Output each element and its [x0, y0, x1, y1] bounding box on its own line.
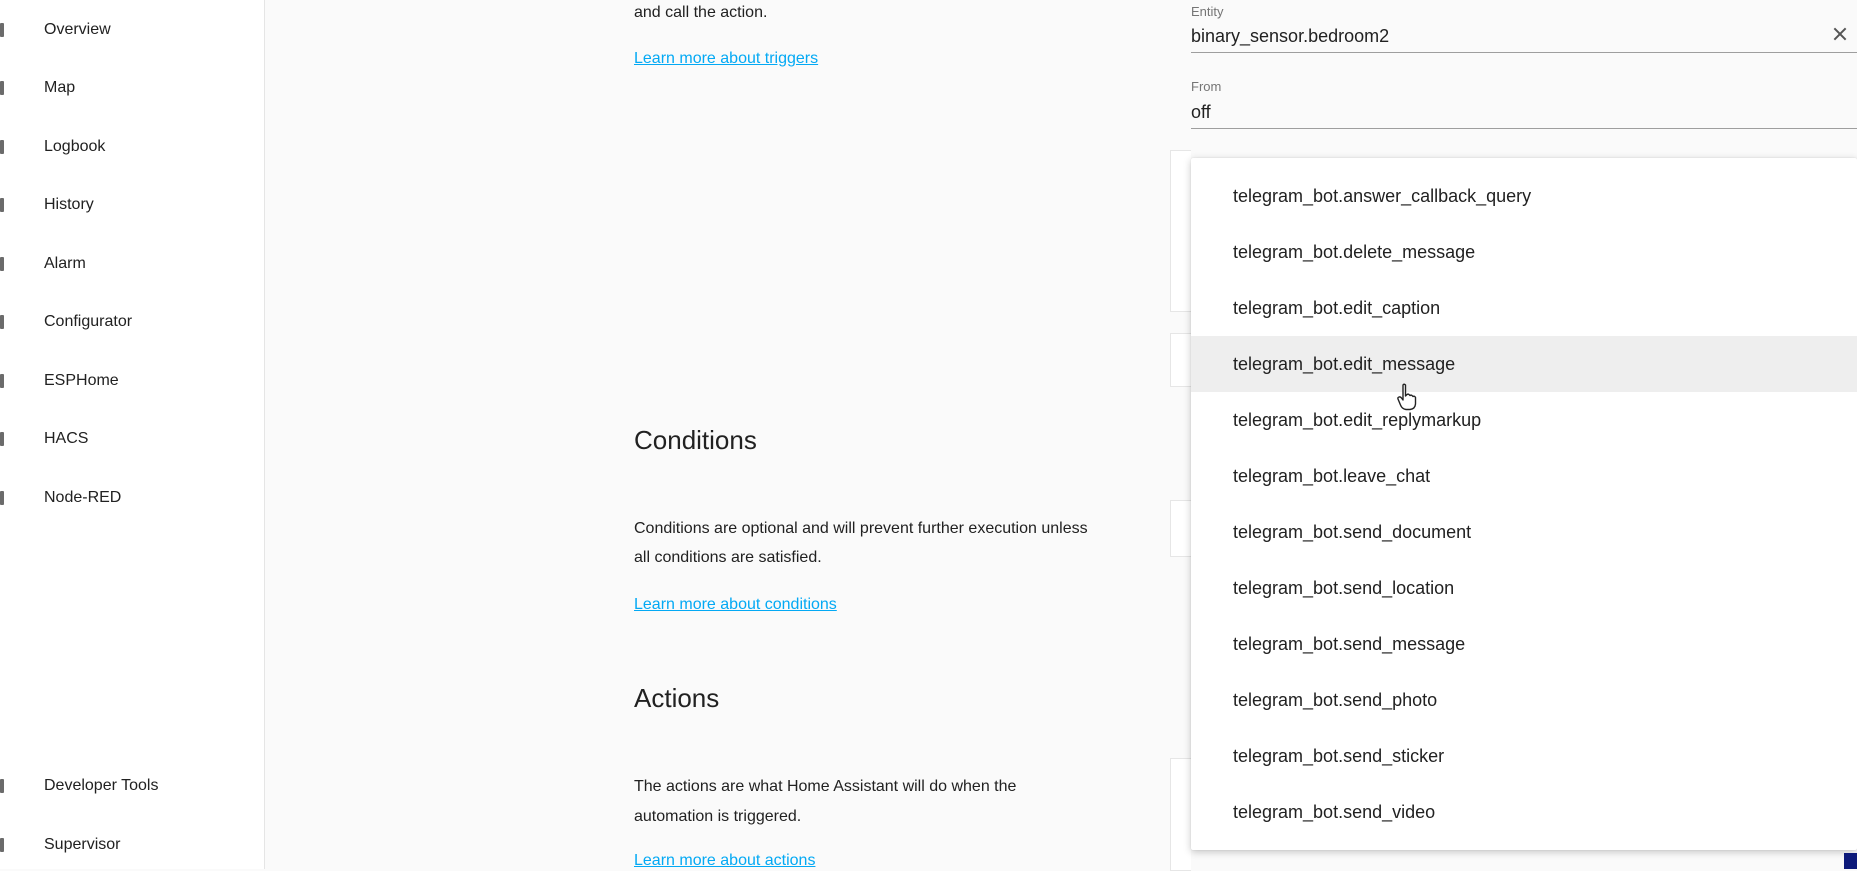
entity-field-label: Entity — [1191, 4, 1224, 19]
service-dropdown: telegram_bot.answer_callback_query teleg… — [1191, 158, 1857, 850]
conditions-description-line1: Conditions are optional and will prevent… — [634, 520, 1088, 537]
action-card-edge — [1170, 758, 1191, 871]
from-field-underline — [1191, 128, 1857, 129]
corner-fragment — [1844, 853, 1857, 869]
sidebar-item-node-red[interactable]: Node-RED — [0, 478, 264, 518]
actions-description-line1: The actions are what Home Assistant will… — [634, 778, 1017, 795]
sidebar-item-label: Node-RED — [44, 489, 122, 506]
configurator-icon — [0, 315, 4, 329]
esphome-icon — [0, 374, 4, 388]
sidebar-item-esphome[interactable]: ESPHome — [0, 361, 264, 401]
sidebar-item-supervisor[interactable]: Supervisor — [0, 825, 264, 865]
dropdown-option[interactable]: telegram_bot.answer_callback_query — [1191, 168, 1857, 224]
sidebar-item-configurator[interactable]: Configurator — [0, 302, 264, 342]
overview-icon — [0, 23, 4, 37]
conditions-description-line2: all conditions are satisfied. — [634, 549, 822, 566]
hand-cursor-icon — [1397, 383, 1417, 411]
trigger-card-edge — [1170, 333, 1191, 387]
sidebar-item-label: Overview — [44, 21, 111, 38]
logbook-icon — [0, 140, 4, 154]
dropdown-option[interactable]: telegram_bot.send_location — [1191, 560, 1857, 616]
sidebar: Overview Map Logbook History Alarm Confi… — [0, 0, 265, 869]
sidebar-item-overview[interactable]: Overview — [0, 10, 264, 50]
close-icon[interactable] — [1832, 26, 1848, 42]
sidebar-item-logbook[interactable]: Logbook — [0, 127, 264, 167]
sidebar-item-label: History — [44, 196, 94, 213]
triggers-description: and call the action. — [634, 4, 768, 21]
dropdown-option[interactable]: telegram_bot.edit_replymarkup — [1191, 392, 1857, 448]
sidebar-item-label: Map — [44, 79, 76, 96]
hacs-icon — [0, 432, 4, 446]
actions-heading: Actions — [634, 683, 720, 713]
learn-more-actions-link[interactable]: Learn more about actions — [634, 852, 815, 870]
sidebar-item-hacs[interactable]: HACS — [0, 419, 264, 459]
dropdown-option[interactable]: telegram_bot.send_message — [1191, 616, 1857, 672]
from-field-label: From — [1191, 79, 1222, 94]
sidebar-item-label: HACS — [44, 430, 89, 447]
dropdown-option[interactable]: telegram_bot.edit_caption — [1191, 280, 1857, 336]
alarm-icon — [0, 257, 4, 271]
sidebar-item-label: ESPHome — [44, 372, 119, 389]
sidebar-item-map[interactable]: Map — [0, 68, 264, 108]
dropdown-option[interactable]: telegram_bot.leave_chat — [1191, 448, 1857, 504]
supervisor-icon — [0, 838, 4, 852]
developer-tools-icon — [0, 779, 4, 793]
learn-more-triggers-link[interactable]: Learn more about triggers — [634, 50, 818, 68]
dropdown-option[interactable]: telegram_bot.send_photo — [1191, 672, 1857, 728]
learn-more-conditions-link[interactable]: Learn more about conditions — [634, 596, 837, 614]
conditions-heading: Conditions — [634, 425, 757, 455]
entity-field-underline — [1191, 52, 1857, 53]
from-field[interactable]: off — [1191, 102, 1211, 123]
history-icon — [0, 198, 4, 212]
sidebar-item-developer-tools[interactable]: Developer Tools — [0, 766, 264, 806]
map-icon — [0, 81, 4, 95]
sidebar-item-label: Supervisor — [44, 836, 121, 853]
entity-field[interactable]: binary_sensor.bedroom2 — [1191, 26, 1389, 47]
sidebar-item-history[interactable]: History — [0, 185, 264, 225]
sidebar-item-label: Logbook — [44, 138, 106, 155]
node-red-icon — [0, 491, 4, 505]
dropdown-option[interactable]: telegram_bot.delete_message — [1191, 224, 1857, 280]
sidebar-item-alarm[interactable]: Alarm — [0, 244, 264, 284]
dropdown-option[interactable]: telegram_bot.send_document — [1191, 504, 1857, 560]
actions-description-line2: automation is triggered. — [634, 808, 802, 825]
dropdown-option[interactable]: telegram_bot.send_video — [1191, 784, 1857, 840]
sidebar-item-label: Configurator — [44, 313, 133, 330]
sidebar-item-label: Alarm — [44, 255, 86, 272]
dropdown-option[interactable]: telegram_bot.send_sticker — [1191, 728, 1857, 784]
condition-card-edge — [1170, 500, 1191, 557]
sidebar-item-label: Developer Tools — [44, 777, 159, 794]
dropdown-option-hovered[interactable]: telegram_bot.edit_message — [1191, 336, 1857, 392]
trigger-card-edge — [1170, 150, 1191, 312]
